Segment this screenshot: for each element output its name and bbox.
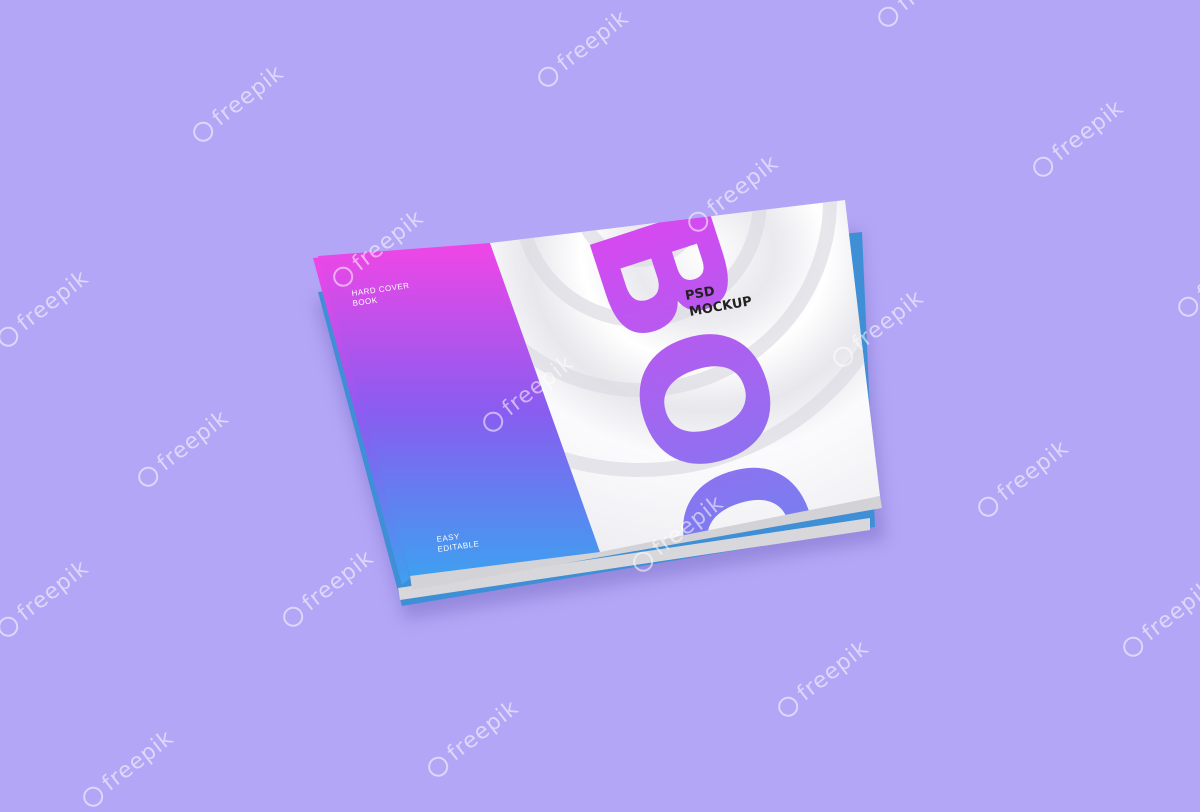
book-mockup-scene: HARD COVER BOOK EASY EDITABLE BOOK PSD M… [313,200,885,620]
